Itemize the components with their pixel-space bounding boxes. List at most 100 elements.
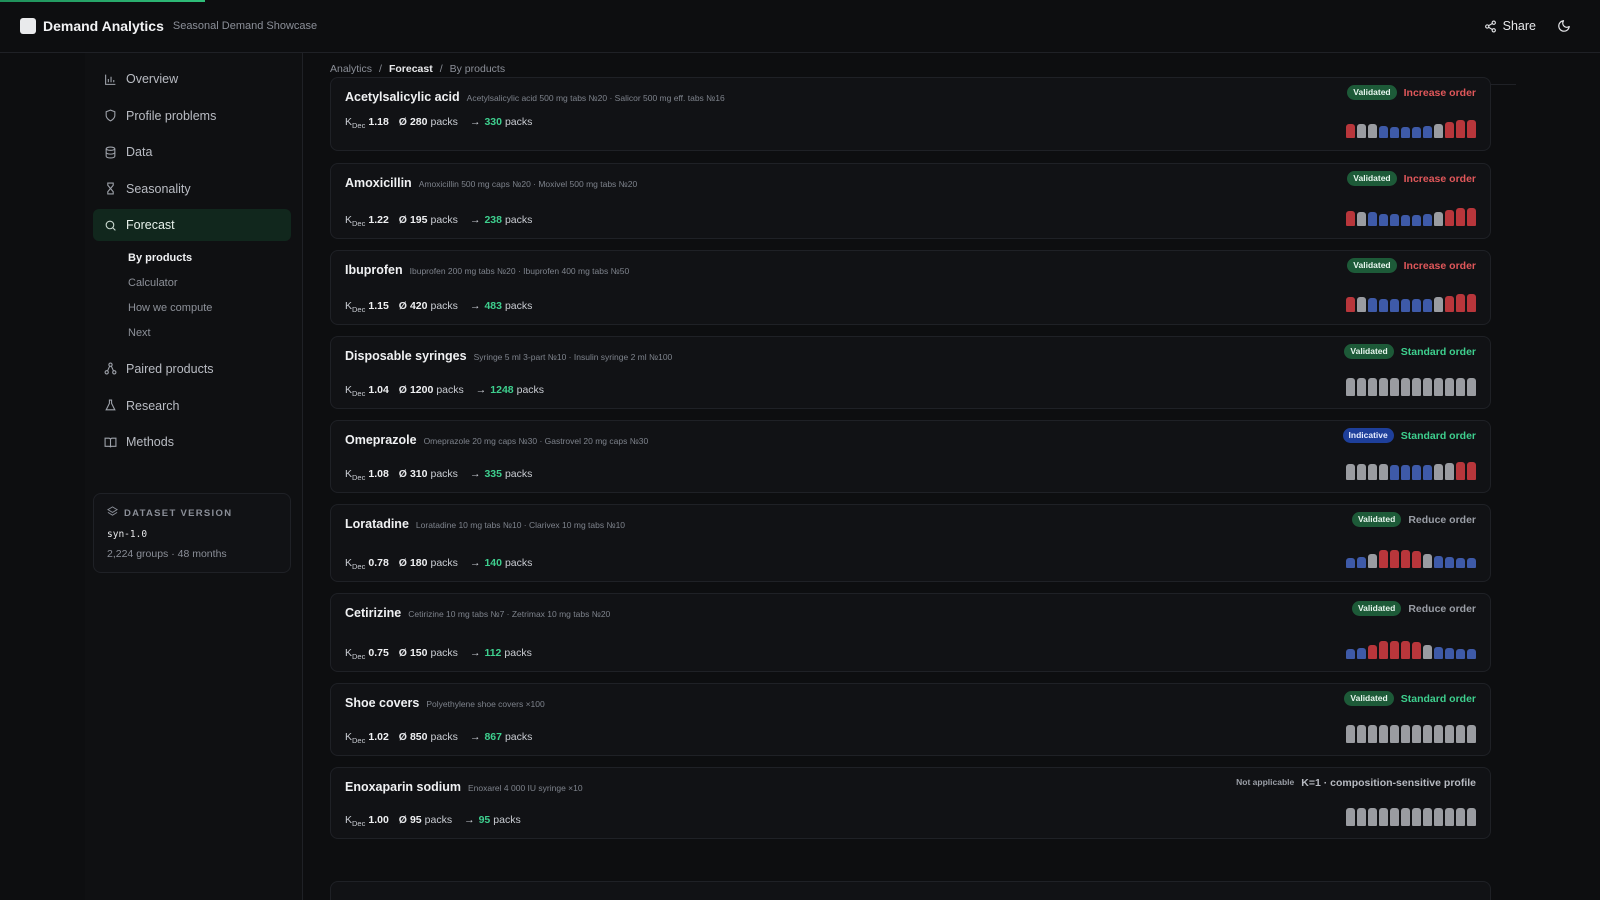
product-card[interactable]: Amoxicillin Amoxicillin 500 mg caps №20 … bbox=[330, 163, 1491, 239]
seasonality-bar bbox=[1412, 725, 1421, 743]
k-subscript: Dec bbox=[352, 473, 366, 482]
seasonality-bar bbox=[1357, 464, 1366, 480]
product-card-partial[interactable] bbox=[330, 881, 1491, 900]
seasonality-bar bbox=[1357, 212, 1366, 226]
sidebar-item-seasonality[interactable]: Seasonality bbox=[93, 173, 291, 205]
sidebar-item-forecast[interactable]: Forecast bbox=[93, 209, 291, 242]
order-recommendation: Increase order bbox=[1403, 172, 1476, 185]
forecast-value: 1248 bbox=[490, 384, 514, 396]
subnav-item-next[interactable]: Next bbox=[128, 321, 291, 346]
app-title: Demand Analytics bbox=[43, 18, 164, 34]
seasonality-bar bbox=[1434, 556, 1443, 568]
seasonality-bar bbox=[1368, 464, 1377, 480]
product-title-row: Loratadine Loratadine 10 mg tabs №10 · C… bbox=[345, 517, 625, 531]
seasonality-bar bbox=[1456, 649, 1465, 659]
seasonality-bar bbox=[1401, 465, 1410, 480]
k-subscript: Dec bbox=[352, 652, 366, 661]
average-value: 180 bbox=[409, 557, 428, 569]
product-card[interactable]: Shoe covers Polyethylene shoe covers ×10… bbox=[330, 683, 1491, 756]
arrow-right-icon: → bbox=[469, 214, 481, 226]
dataset-heading-row: DATASET VERSION bbox=[107, 506, 277, 520]
seasonality-bar bbox=[1412, 215, 1421, 226]
k-subscript: Dec bbox=[352, 305, 366, 314]
share-button[interactable]: Share bbox=[1484, 19, 1536, 33]
sidebar-item-label: Seasonality bbox=[126, 181, 191, 196]
product-status: Validated Reduce order bbox=[1351, 601, 1476, 616]
unit-label: packs bbox=[436, 384, 464, 396]
seasonality-bar bbox=[1467, 208, 1476, 226]
order-recommendation: Increase order bbox=[1403, 259, 1476, 272]
seasonality-bar bbox=[1368, 645, 1377, 659]
seasonality-bar bbox=[1412, 808, 1421, 826]
breadcrumb-analytics[interactable]: Analytics bbox=[330, 63, 372, 75]
main-content: Analytics / Forecast / By products Acety… bbox=[304, 53, 1516, 900]
product-title-row: Shoe covers Polyethylene shoe covers ×10… bbox=[345, 696, 545, 710]
sidebar-nav: Overview Profile problems Data Seasonali… bbox=[85, 53, 302, 458]
product-card[interactable]: Ibuprofen Ibuprofen 200 mg tabs №20 · Ib… bbox=[330, 250, 1491, 325]
sidebar-item-data[interactable]: Data bbox=[93, 136, 291, 168]
seasonality-bar bbox=[1412, 551, 1421, 568]
arrow-right-icon: → bbox=[469, 557, 481, 569]
share-icon bbox=[1484, 20, 1497, 33]
sidebar-item-overview[interactable]: Overview bbox=[93, 63, 291, 95]
arrow-right-icon: → bbox=[469, 116, 481, 128]
sidebar-item-profile-problems[interactable]: Profile problems bbox=[93, 100, 291, 132]
seasonality-bar bbox=[1445, 463, 1454, 480]
unit-label: packs bbox=[504, 214, 533, 226]
average-symbol: Ø bbox=[398, 468, 407, 480]
network-icon bbox=[103, 362, 117, 376]
subnav-item-calculator[interactable]: Calculator bbox=[128, 271, 291, 296]
seasonality-bar bbox=[1445, 210, 1454, 226]
breadcrumb-forecast[interactable]: Forecast bbox=[389, 63, 433, 75]
k-value: 0.78 bbox=[368, 557, 389, 569]
product-stats: K Dec 1.04 Ø 1200 packs → 1248 packs bbox=[345, 384, 544, 398]
average-symbol: Ø bbox=[398, 814, 407, 826]
sidebar-item-research[interactable]: Research bbox=[93, 390, 291, 422]
sidebar-item-paired-products[interactable]: Paired products bbox=[93, 353, 291, 385]
seasonality-bar bbox=[1434, 297, 1443, 312]
product-status: Not applicable K=1 · composition-sensiti… bbox=[1236, 775, 1476, 790]
product-title-row: Cetirizine Cetirizine 10 mg tabs №7 · Ze… bbox=[345, 606, 610, 620]
sidebar-item-methods[interactable]: Methods bbox=[93, 426, 291, 458]
forecast-value: 867 bbox=[484, 731, 502, 743]
seasonality-bar bbox=[1412, 642, 1421, 659]
product-card[interactable]: Omeprazole Omeprazole 20 mg caps №30 · G… bbox=[330, 420, 1491, 493]
seasonality-bar bbox=[1368, 378, 1377, 396]
k-value: 1.22 bbox=[368, 214, 389, 226]
average-value: 95 bbox=[409, 814, 422, 826]
product-description: Acetylsalicylic acid 500 mg tabs №20 · S… bbox=[466, 93, 725, 103]
product-name: Enoxaparin sodium bbox=[345, 780, 461, 794]
order-recommendation: Standard order bbox=[1400, 345, 1476, 358]
k-label: K bbox=[345, 468, 353, 480]
k-label: K bbox=[345, 814, 353, 826]
product-card[interactable]: Acetylsalicylic acid Acetylsalicylic aci… bbox=[330, 77, 1491, 151]
breadcrumb-by-products: By products bbox=[449, 62, 506, 75]
seasonality-bar bbox=[1368, 212, 1377, 226]
unit-label: packs bbox=[504, 557, 533, 569]
product-card[interactable]: Enoxaparin sodium Enoxarel 4 000 IU syri… bbox=[330, 767, 1491, 839]
seasonality-bar bbox=[1390, 550, 1399, 568]
product-description: Syringe 5 ml 3-part №10 · Insulin syring… bbox=[473, 352, 673, 362]
product-card[interactable]: Cetirizine Cetirizine 10 mg tabs №7 · Ze… bbox=[330, 593, 1491, 672]
product-description: Cetirizine 10 mg tabs №7 · Zetrimax 10 m… bbox=[408, 609, 611, 619]
average-symbol: Ø bbox=[398, 300, 407, 312]
average-value: 850 bbox=[409, 731, 428, 743]
unit-label: packs bbox=[430, 731, 458, 743]
theme-toggle-button[interactable] bbox=[1554, 16, 1574, 36]
order-recommendation: Standard order bbox=[1400, 692, 1476, 705]
seasonality-bar bbox=[1357, 648, 1366, 659]
unit-label: packs bbox=[430, 214, 458, 226]
k-value: 1.15 bbox=[368, 300, 389, 312]
status-badge: Validated bbox=[1344, 344, 1394, 359]
product-card[interactable]: Disposable syringes Syringe 5 ml 3-part … bbox=[330, 336, 1491, 409]
unit-label: packs bbox=[493, 814, 521, 826]
product-card[interactable]: Loratadine Loratadine 10 mg tabs №10 · C… bbox=[330, 504, 1491, 582]
seasonality-bar bbox=[1445, 122, 1454, 138]
share-label: Share bbox=[1502, 19, 1536, 33]
order-recommendation: Reduce order bbox=[1408, 513, 1476, 526]
seasonality-bar bbox=[1357, 725, 1366, 743]
forecast-value: 95 bbox=[478, 814, 491, 826]
unit-label: packs bbox=[504, 731, 533, 743]
subnav-item-by-products[interactable]: By products bbox=[128, 246, 291, 271]
subnav-item-how-we-compute[interactable]: How we compute bbox=[128, 296, 291, 321]
